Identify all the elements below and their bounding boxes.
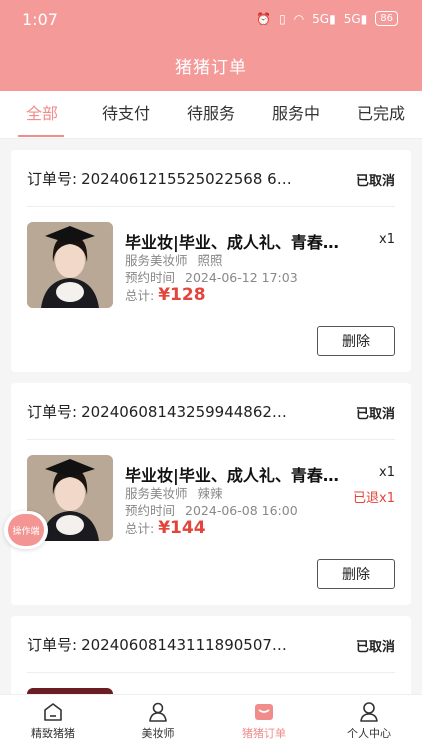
tabbar-item-profile[interactable]: 个人中心 (324, 701, 414, 741)
tabbar-item-home[interactable]: 精致猪猪 (8, 701, 98, 741)
order-status: 已取消 (355, 174, 395, 189)
order-price: ¥144 (158, 518, 206, 538)
divider (27, 206, 395, 207)
tab-indicator (18, 135, 64, 137)
tabbar-label: 精致猪猪 (31, 727, 75, 740)
status-time: 1:07 (22, 10, 58, 29)
status-icons: ⏰ ▯ ◠ 5G▮ 5G▮ 86 (256, 11, 398, 26)
operator-label: 操作端 (8, 514, 44, 546)
signal-icon-2: 5G▮ (343, 11, 368, 26)
order-status: 已取消 (355, 640, 395, 655)
order-card[interactable]: 订单号: 20240608143111890507… 已取消 (11, 616, 411, 706)
wifi-icon: ◠ (293, 11, 305, 26)
header-bar: 1:07 ⏰ ▯ ◠ 5G▮ 5G▮ 86 猪猪订单 (0, 0, 422, 91)
tabbar-label: 猪猪订单 (242, 727, 286, 740)
order-total: 总计: ¥144 (125, 518, 206, 538)
tabbar-item-orders[interactable]: 猪猪订单 (219, 701, 309, 741)
status-bar: 1:07 ⏰ ▯ ◠ 5G▮ 5G▮ 86 (0, 0, 422, 38)
order-number: 订单号: 20240608143111890507… (27, 636, 287, 654)
order-icon (255, 704, 273, 720)
tab-pending-service[interactable]: 待服务 (187, 100, 235, 124)
divider (27, 672, 395, 673)
product-quantity: x1 (379, 232, 395, 247)
signal-icon-1: 5G▮ (312, 11, 336, 26)
order-status: 已取消 (355, 407, 395, 422)
refund-badge: 已退x1 (353, 491, 395, 506)
order-number: 订单号: 2024061215525022568 6… (27, 170, 292, 188)
home-icon (44, 703, 62, 721)
appointment-info: 预约时间 2024-06-08 16:00 (125, 503, 298, 518)
tabbar-item-artists[interactable]: 美妆师 (113, 701, 203, 741)
page-title: 猪猪订单 (175, 58, 247, 78)
operator-float-button[interactable]: 操作端 (4, 511, 48, 549)
vibrate-icon: ▯ (279, 11, 286, 26)
order-total: 总计: ¥128 (125, 285, 206, 305)
divider (27, 439, 395, 440)
order-tabs: 全部 待支付 待服务 服务中 已完成 (0, 91, 422, 139)
tab-in-service[interactable]: 服务中 (272, 100, 320, 124)
order-price: ¥128 (158, 285, 206, 305)
bottom-tabbar: 精致猪猪 美妆师 猪猪订单 个人中心 (0, 694, 422, 750)
tabbar-label: 个人中心 (347, 727, 391, 740)
tab-completed[interactable]: 已完成 (357, 100, 405, 124)
person-icon (149, 702, 167, 722)
product-thumbnail[interactable] (27, 222, 113, 308)
order-number: 订单号: 20240608143259944862… (27, 403, 287, 421)
tab-all[interactable]: 全部 (26, 100, 58, 124)
order-card[interactable]: 订单号: 20240608143259944862… 已取消 毕业妆|毕业、成人礼… (11, 383, 411, 605)
order-card[interactable]: 订单号: 2024061215525022568 6… 已取消 毕业妆|毕业、成人… (11, 150, 411, 372)
product-quantity: x1 (379, 465, 395, 480)
profile-icon (360, 702, 378, 722)
tab-pending-payment[interactable]: 待支付 (102, 100, 150, 124)
delete-button[interactable]: 删除 (317, 326, 395, 356)
battery-icon: 86 (375, 11, 398, 26)
tabbar-label: 美妆师 (141, 727, 175, 740)
alarm-icon: ⏰ (256, 11, 272, 26)
appointment-info: 预约时间 2024-06-12 17:03 (125, 270, 298, 285)
delete-button[interactable]: 删除 (317, 559, 395, 589)
